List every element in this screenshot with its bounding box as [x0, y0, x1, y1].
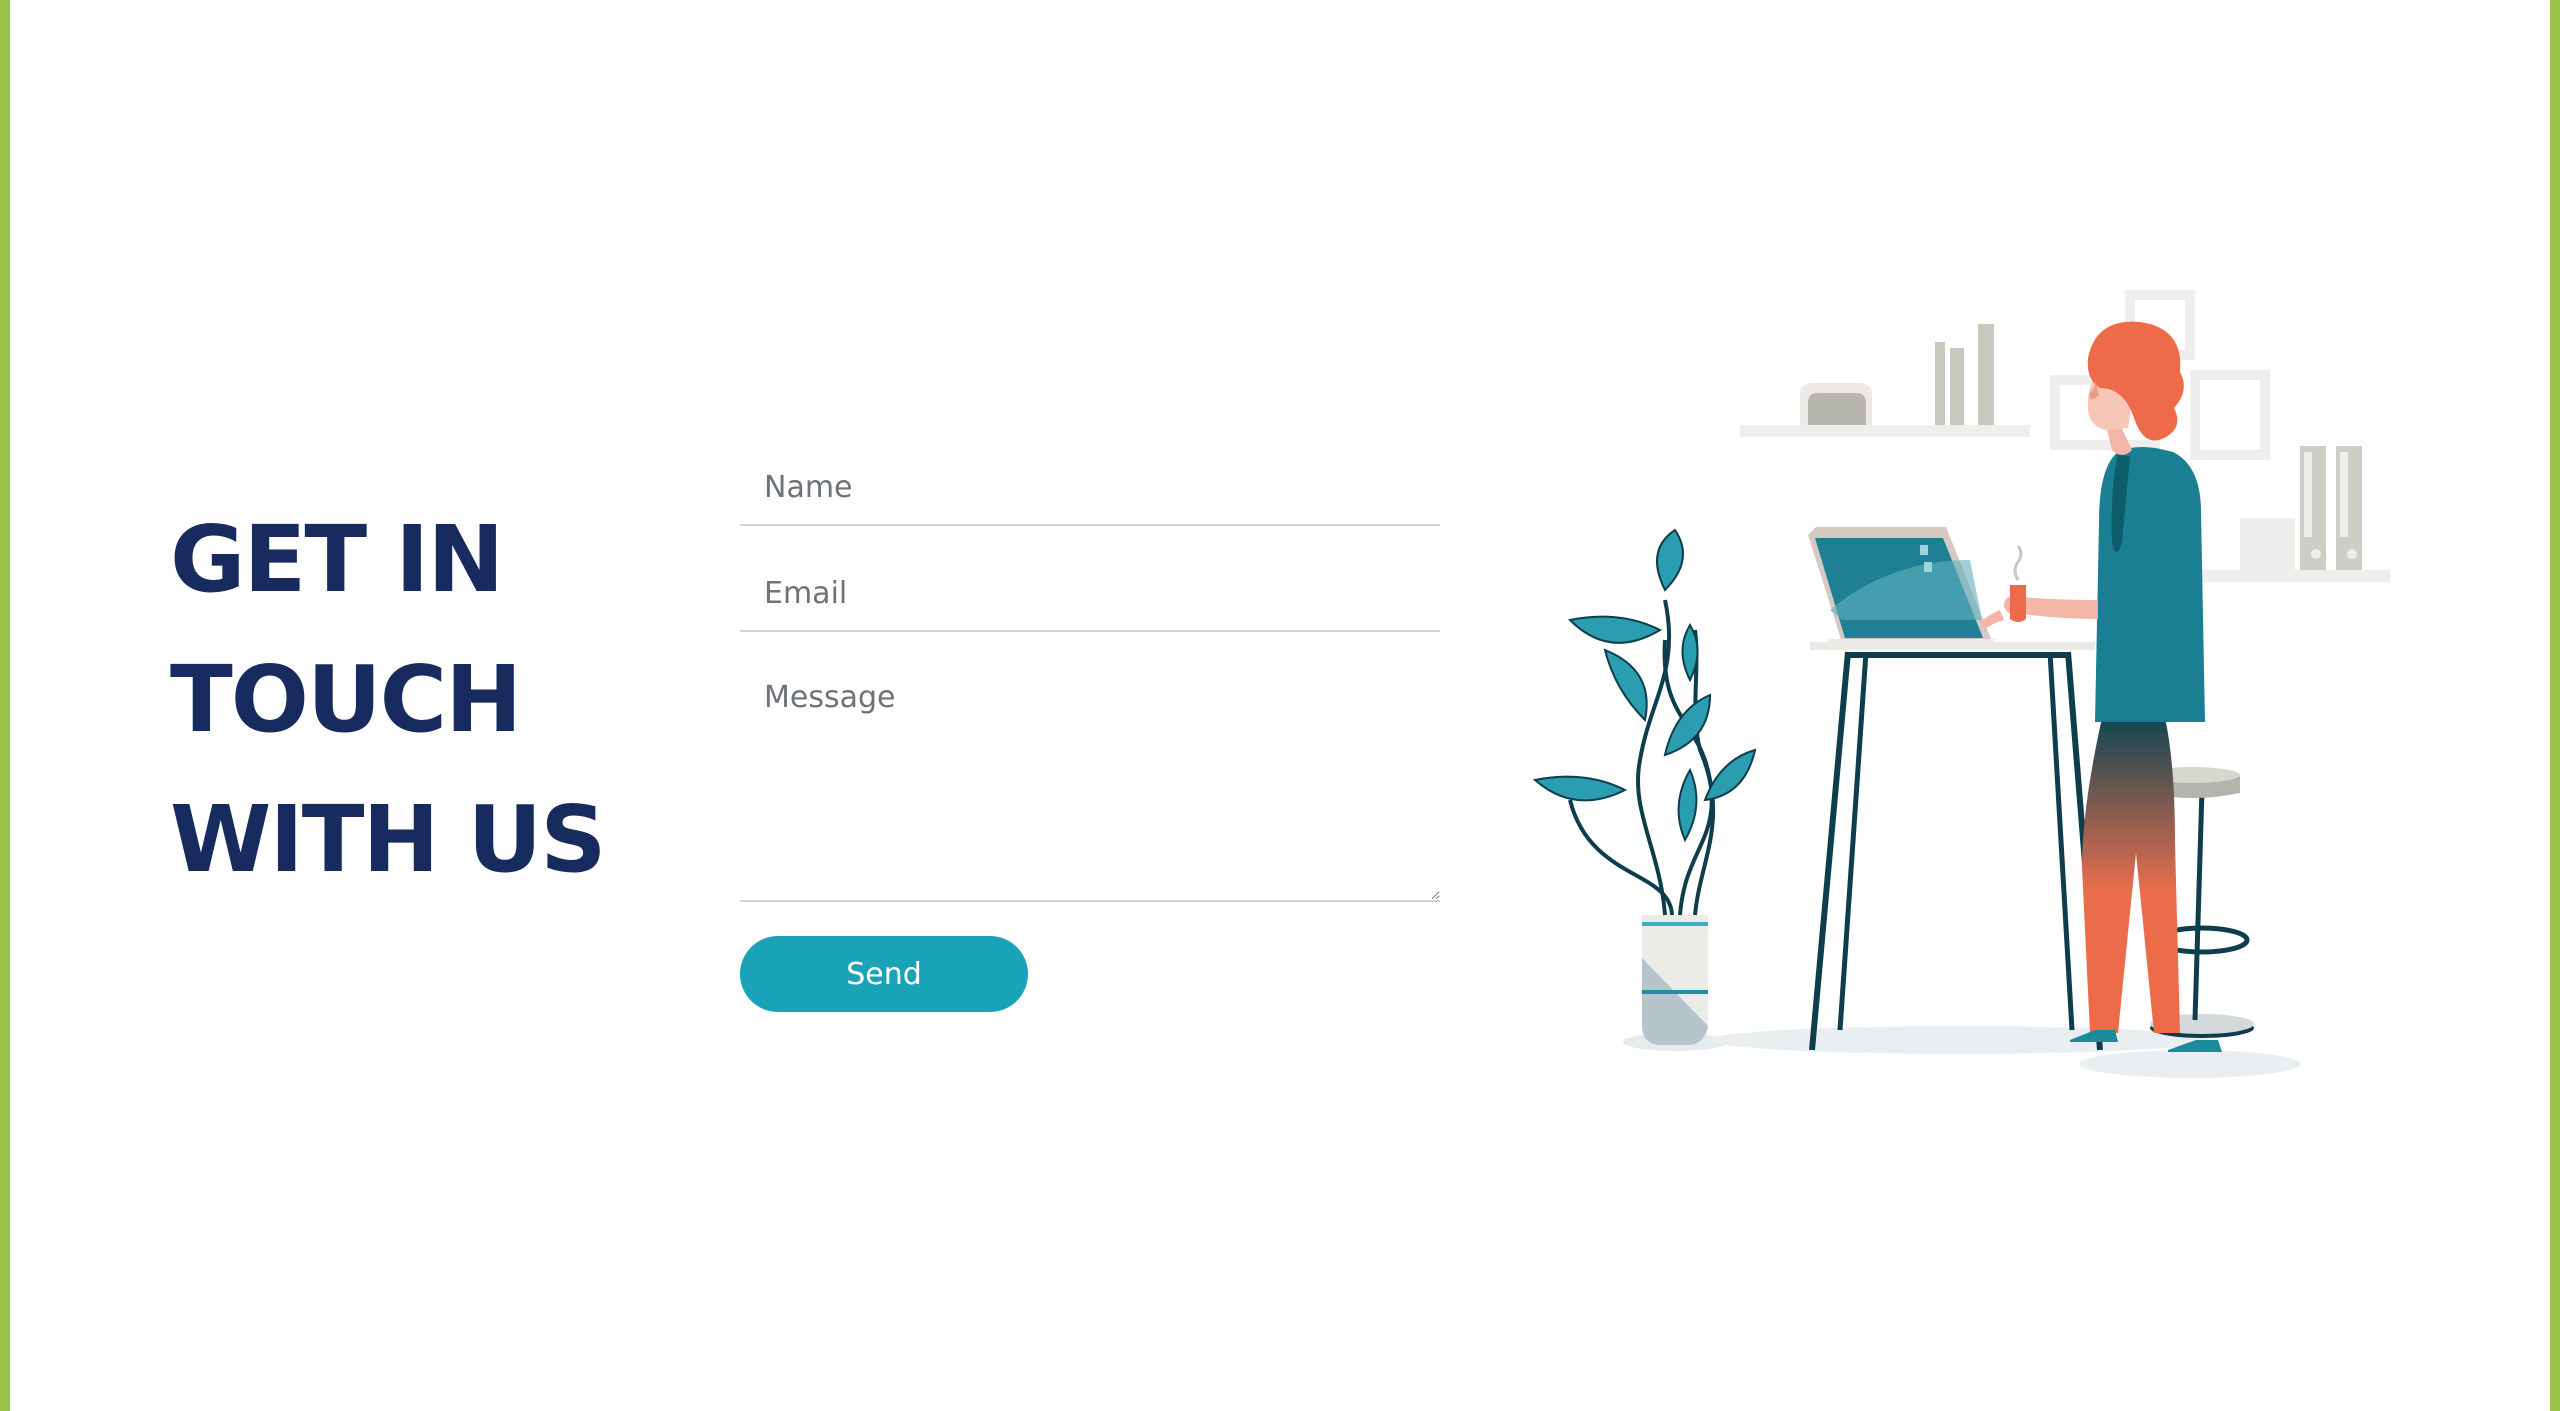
heading-line-1: GET IN	[170, 506, 504, 613]
right-border	[2550, 0, 2560, 1411]
laptop	[1808, 527, 1995, 645]
send-button[interactable]: Send	[740, 936, 1028, 1012]
plant	[1532, 528, 1757, 1051]
left-border	[0, 0, 10, 1411]
message-textarea[interactable]	[740, 662, 1440, 902]
heading-line-3: WITH US	[170, 786, 606, 893]
shelf-left	[1740, 324, 2030, 437]
page-heading: GET IN TOUCH WITH US	[170, 490, 690, 910]
person-working-at-laptop-illustration	[1532, 290, 2390, 1078]
contact-form: Send	[740, 450, 1440, 1012]
heading-line-2: TOUCH	[170, 646, 522, 753]
desk	[1809, 642, 2103, 1051]
email-input[interactable]	[740, 556, 1440, 632]
name-input[interactable]	[740, 450, 1440, 526]
